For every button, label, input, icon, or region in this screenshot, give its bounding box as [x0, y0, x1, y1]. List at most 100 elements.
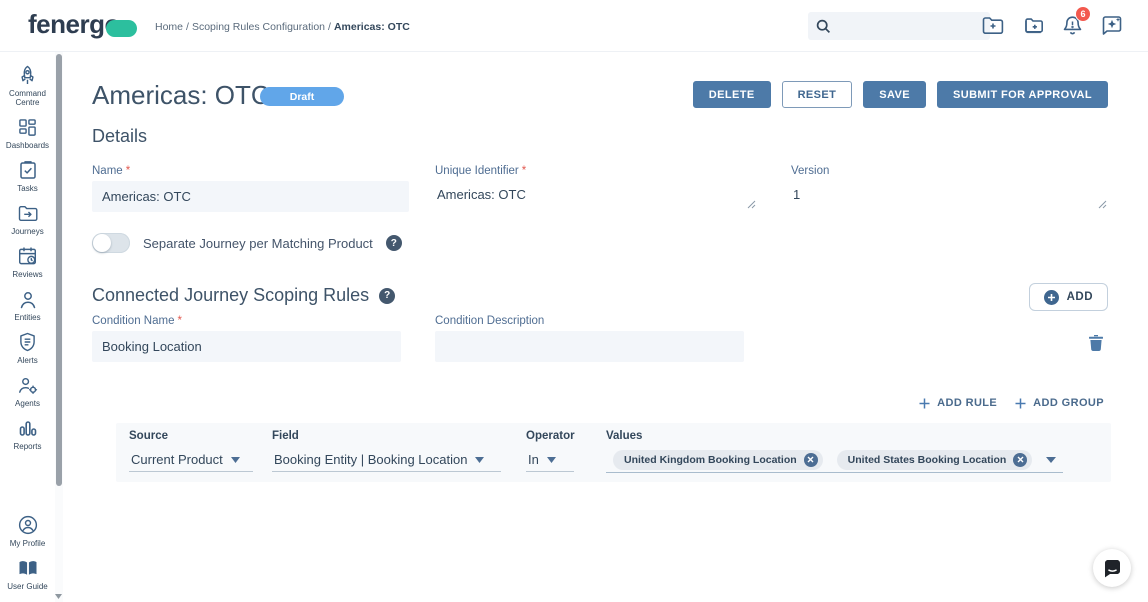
save-button[interactable]: SAVE [863, 81, 926, 108]
source-label: Source [129, 430, 168, 442]
sidebar-item-alerts[interactable]: Alerts [1, 331, 55, 365]
remove-value-button[interactable] [804, 453, 818, 467]
plus-circle-icon [1044, 290, 1059, 305]
sidebar-item-my-profile[interactable]: My Profile [1, 514, 55, 548]
remove-value-button[interactable] [1013, 453, 1027, 467]
scrollbar-thumb[interactable] [56, 54, 62, 486]
version-textarea[interactable]: 1 [791, 181, 1106, 212]
required-asterisk: * [126, 165, 130, 177]
sidebar-item-label: Agents [15, 399, 40, 408]
new-case-button[interactable] [981, 14, 1004, 37]
folder-arrow-icon [18, 202, 38, 224]
chevron-down-icon [475, 457, 484, 463]
condition-description-input[interactable] [435, 331, 744, 362]
sidebar-nav: Command Centre Dashboards Tasks Journeys… [0, 52, 55, 602]
chevron-down-icon [547, 457, 556, 463]
person-icon [19, 288, 37, 310]
condition-name-label: Condition Name* [92, 315, 182, 327]
chat-widget-button[interactable] [1093, 549, 1131, 587]
condition-description-label: Condition Description [435, 315, 544, 327]
condition-name-input[interactable] [92, 331, 401, 362]
name-input[interactable] [92, 181, 409, 212]
sidebar-item-user-guide[interactable]: User Guide [1, 557, 55, 591]
value-chip-label: United States Booking Location [848, 454, 1007, 466]
sidebar-item-label: Alerts [17, 356, 37, 365]
unique-identifier-label: Unique Identifier* [435, 165, 526, 177]
add-group-button[interactable]: ADD GROUP [1015, 397, 1104, 409]
sidebar-item-label: Reviews [12, 270, 42, 279]
sidebar-item-label: Entities [14, 313, 40, 322]
sidebar-item-command-centre[interactable]: Command Centre [1, 64, 55, 107]
sidebar-item-entities[interactable]: Entities [1, 288, 55, 322]
search-input[interactable] [831, 12, 990, 40]
global-search[interactable] [808, 12, 990, 40]
scoping-rules-page: fenergo Home /Scoping Rules Configuration… [0, 0, 1148, 602]
folders-plus-icon [1021, 16, 1044, 36]
required-asterisk: * [522, 165, 526, 177]
bar-chart-icon [19, 417, 37, 439]
resize-handle-icon[interactable] [747, 200, 756, 209]
breadcrumb: Home/Scoping Rules Configuration/America… [155, 21, 410, 33]
values-multiselect[interactable]: United Kingdom Booking Location United S… [606, 447, 1063, 473]
trash-icon [1089, 335, 1103, 351]
reset-button[interactable]: RESET [782, 81, 853, 108]
scoping-rules-heading: Connected Journey Scoping Rules ? [92, 285, 395, 306]
submit-for-approval-button[interactable]: SUBMIT FOR APPROVAL [937, 81, 1108, 108]
delete-condition-button[interactable] [1089, 335, 1103, 351]
sidebar-item-reviews[interactable]: Reviews [1, 245, 55, 279]
profile-circle-icon [18, 514, 38, 536]
value-chip-label: United Kingdom Booking Location [624, 454, 797, 466]
calendar-clock-icon [18, 245, 37, 267]
help-icon[interactable]: ? [386, 235, 402, 251]
notifications-button[interactable]: 6 [1061, 14, 1084, 37]
separate-journey-toggle-label: Separate Journey per Matching Product [143, 236, 373, 251]
book-icon [18, 557, 38, 579]
plus-icon [1015, 398, 1026, 409]
sidebar-item-tasks[interactable]: Tasks [1, 159, 55, 193]
status-badge: Draft [260, 87, 344, 106]
delete-button[interactable]: DELETE [693, 81, 771, 108]
add-group-label: ADD GROUP [1033, 397, 1104, 409]
rule-actions: ADD RULE ADD GROUP [919, 397, 1104, 409]
scrollbar-down-arrow-icon[interactable] [55, 594, 63, 599]
breadcrumb-home[interactable]: Home [155, 21, 183, 33]
separate-journey-toggle-row: Separate Journey per Matching Product ? [92, 233, 402, 253]
unique-identifier-textarea[interactable]: Americas: OTC [435, 181, 758, 212]
add-condition-button[interactable]: ADD [1029, 283, 1108, 311]
operator-select[interactable]: In [526, 448, 574, 472]
sidebar-item-journeys[interactable]: Journeys [1, 202, 55, 236]
logo-pill-icon [106, 20, 137, 37]
sidebar-item-reports[interactable]: Reports [1, 417, 55, 451]
breadcrumb-scoping-rules[interactable]: Scoping Rules Configuration [192, 21, 325, 33]
clipboard-check-icon [19, 159, 37, 181]
source-select[interactable]: Current Product [129, 448, 253, 472]
separate-journey-toggle[interactable] [92, 233, 130, 253]
sidebar-scrollbar[interactable] [55, 52, 63, 602]
sidebar-item-label: My Profile [10, 539, 46, 548]
chevron-down-icon[interactable] [1046, 457, 1056, 463]
notification-count-badge: 6 [1075, 6, 1091, 22]
field-label: Field [272, 430, 299, 442]
version-label: Version [791, 165, 829, 177]
field-select[interactable]: Booking Entity | Booking Location [272, 448, 501, 472]
sidebar-item-agents[interactable]: Agents [1, 374, 55, 408]
new-journey-button[interactable] [1021, 14, 1044, 37]
resize-handle-icon[interactable] [1098, 200, 1107, 209]
sidebar-item-label: Tasks [17, 184, 37, 193]
shield-list-icon [19, 331, 36, 353]
add-rule-button[interactable]: ADD RULE [919, 397, 997, 409]
main-content: Americas: OTC Draft DELETE RESET SAVE SU… [63, 52, 1148, 602]
sidebar-item-label: User Guide [7, 582, 47, 591]
name-label: Name* [92, 165, 130, 177]
fenergo-logo[interactable]: fenergo [28, 9, 137, 40]
toggle-knob [93, 234, 111, 252]
sidebar-item-dashboards[interactable]: Dashboards [1, 116, 55, 150]
required-asterisk: * [177, 315, 181, 327]
breadcrumb-separator: / [328, 21, 331, 33]
chat-sparkle-icon [1101, 15, 1124, 36]
assistant-button[interactable] [1101, 14, 1124, 37]
help-icon[interactable]: ? [379, 288, 395, 304]
operator-value: In [528, 452, 539, 467]
details-heading: Details [92, 126, 147, 147]
scoping-rules-heading-text: Connected Journey Scoping Rules [92, 285, 369, 306]
